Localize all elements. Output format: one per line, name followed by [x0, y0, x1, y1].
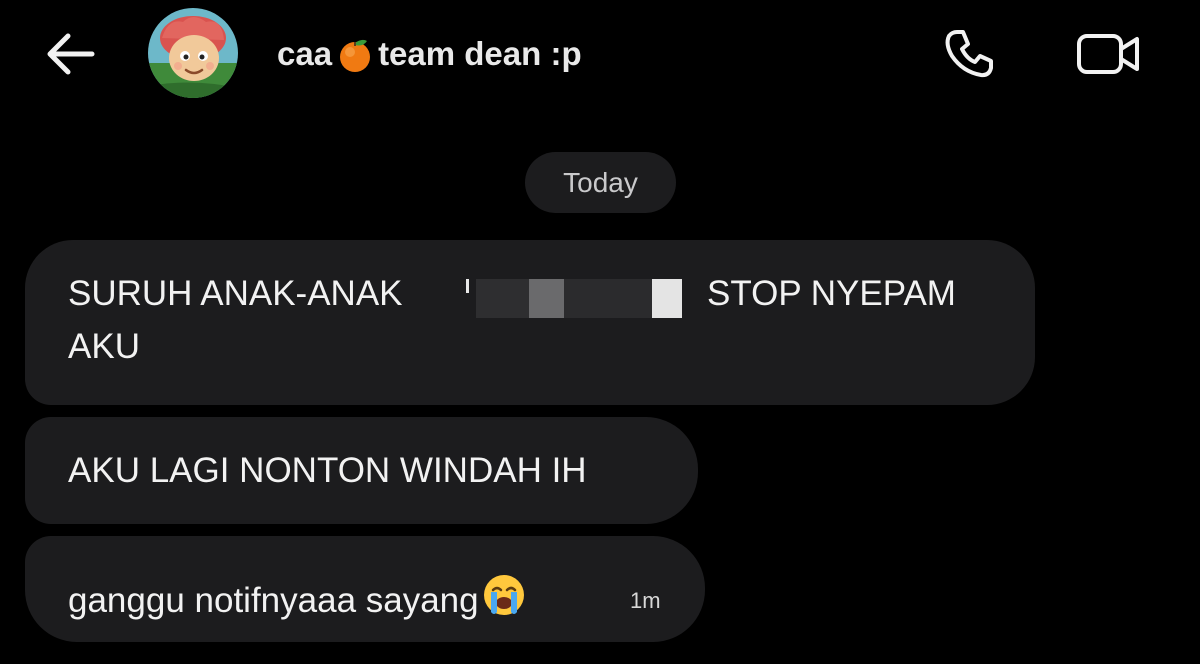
- video-camera-icon: [1077, 34, 1139, 74]
- date-label: Today: [563, 166, 638, 198]
- voice-call-button[interactable]: [938, 24, 1000, 84]
- redaction-block: [476, 279, 529, 318]
- redaction-block: [652, 279, 682, 318]
- redaction-block: [529, 279, 564, 318]
- message-text: AKU: [68, 327, 140, 366]
- message-timestamp: 1m: [630, 588, 661, 613]
- chat-header: caa team dean :p: [0, 0, 1200, 110]
- redaction-block: [564, 279, 652, 318]
- message-bubble[interactable]: AKU LAGI NONTON WINDAH IH: [25, 417, 698, 524]
- message-text: AKU LAGI NONTON WINDAH IH: [68, 451, 587, 490]
- arrow-left-icon: [47, 33, 95, 75]
- loudly-crying-face-icon: [481, 572, 527, 618]
- message-text: ganggu notifnyaaa sayang: [68, 581, 479, 620]
- contact-name[interactable]: caa team dean :p: [277, 31, 582, 77]
- date-separator: Today: [525, 152, 676, 213]
- message-text: SURUH ANAK-ANAK: [68, 274, 403, 313]
- redaction-block: [466, 279, 469, 293]
- contact-name-part1: caa: [277, 35, 333, 72]
- contact-name-part2: team dean :p: [378, 35, 582, 72]
- tangerine-emoji-icon: [336, 36, 374, 74]
- message-bubble[interactable]: SURUH ANAK-ANAK STOP NYEPAM AKU: [25, 240, 1035, 405]
- video-call-button[interactable]: [1070, 24, 1146, 84]
- phone-icon: [945, 30, 993, 78]
- back-button[interactable]: [40, 26, 100, 82]
- avatar-image: [148, 8, 238, 98]
- message-bubble[interactable]: ganggu notifnyaaa sayang 1m: [25, 536, 705, 642]
- avatar[interactable]: [148, 8, 238, 98]
- message-text: STOP NYEPAM: [707, 274, 956, 313]
